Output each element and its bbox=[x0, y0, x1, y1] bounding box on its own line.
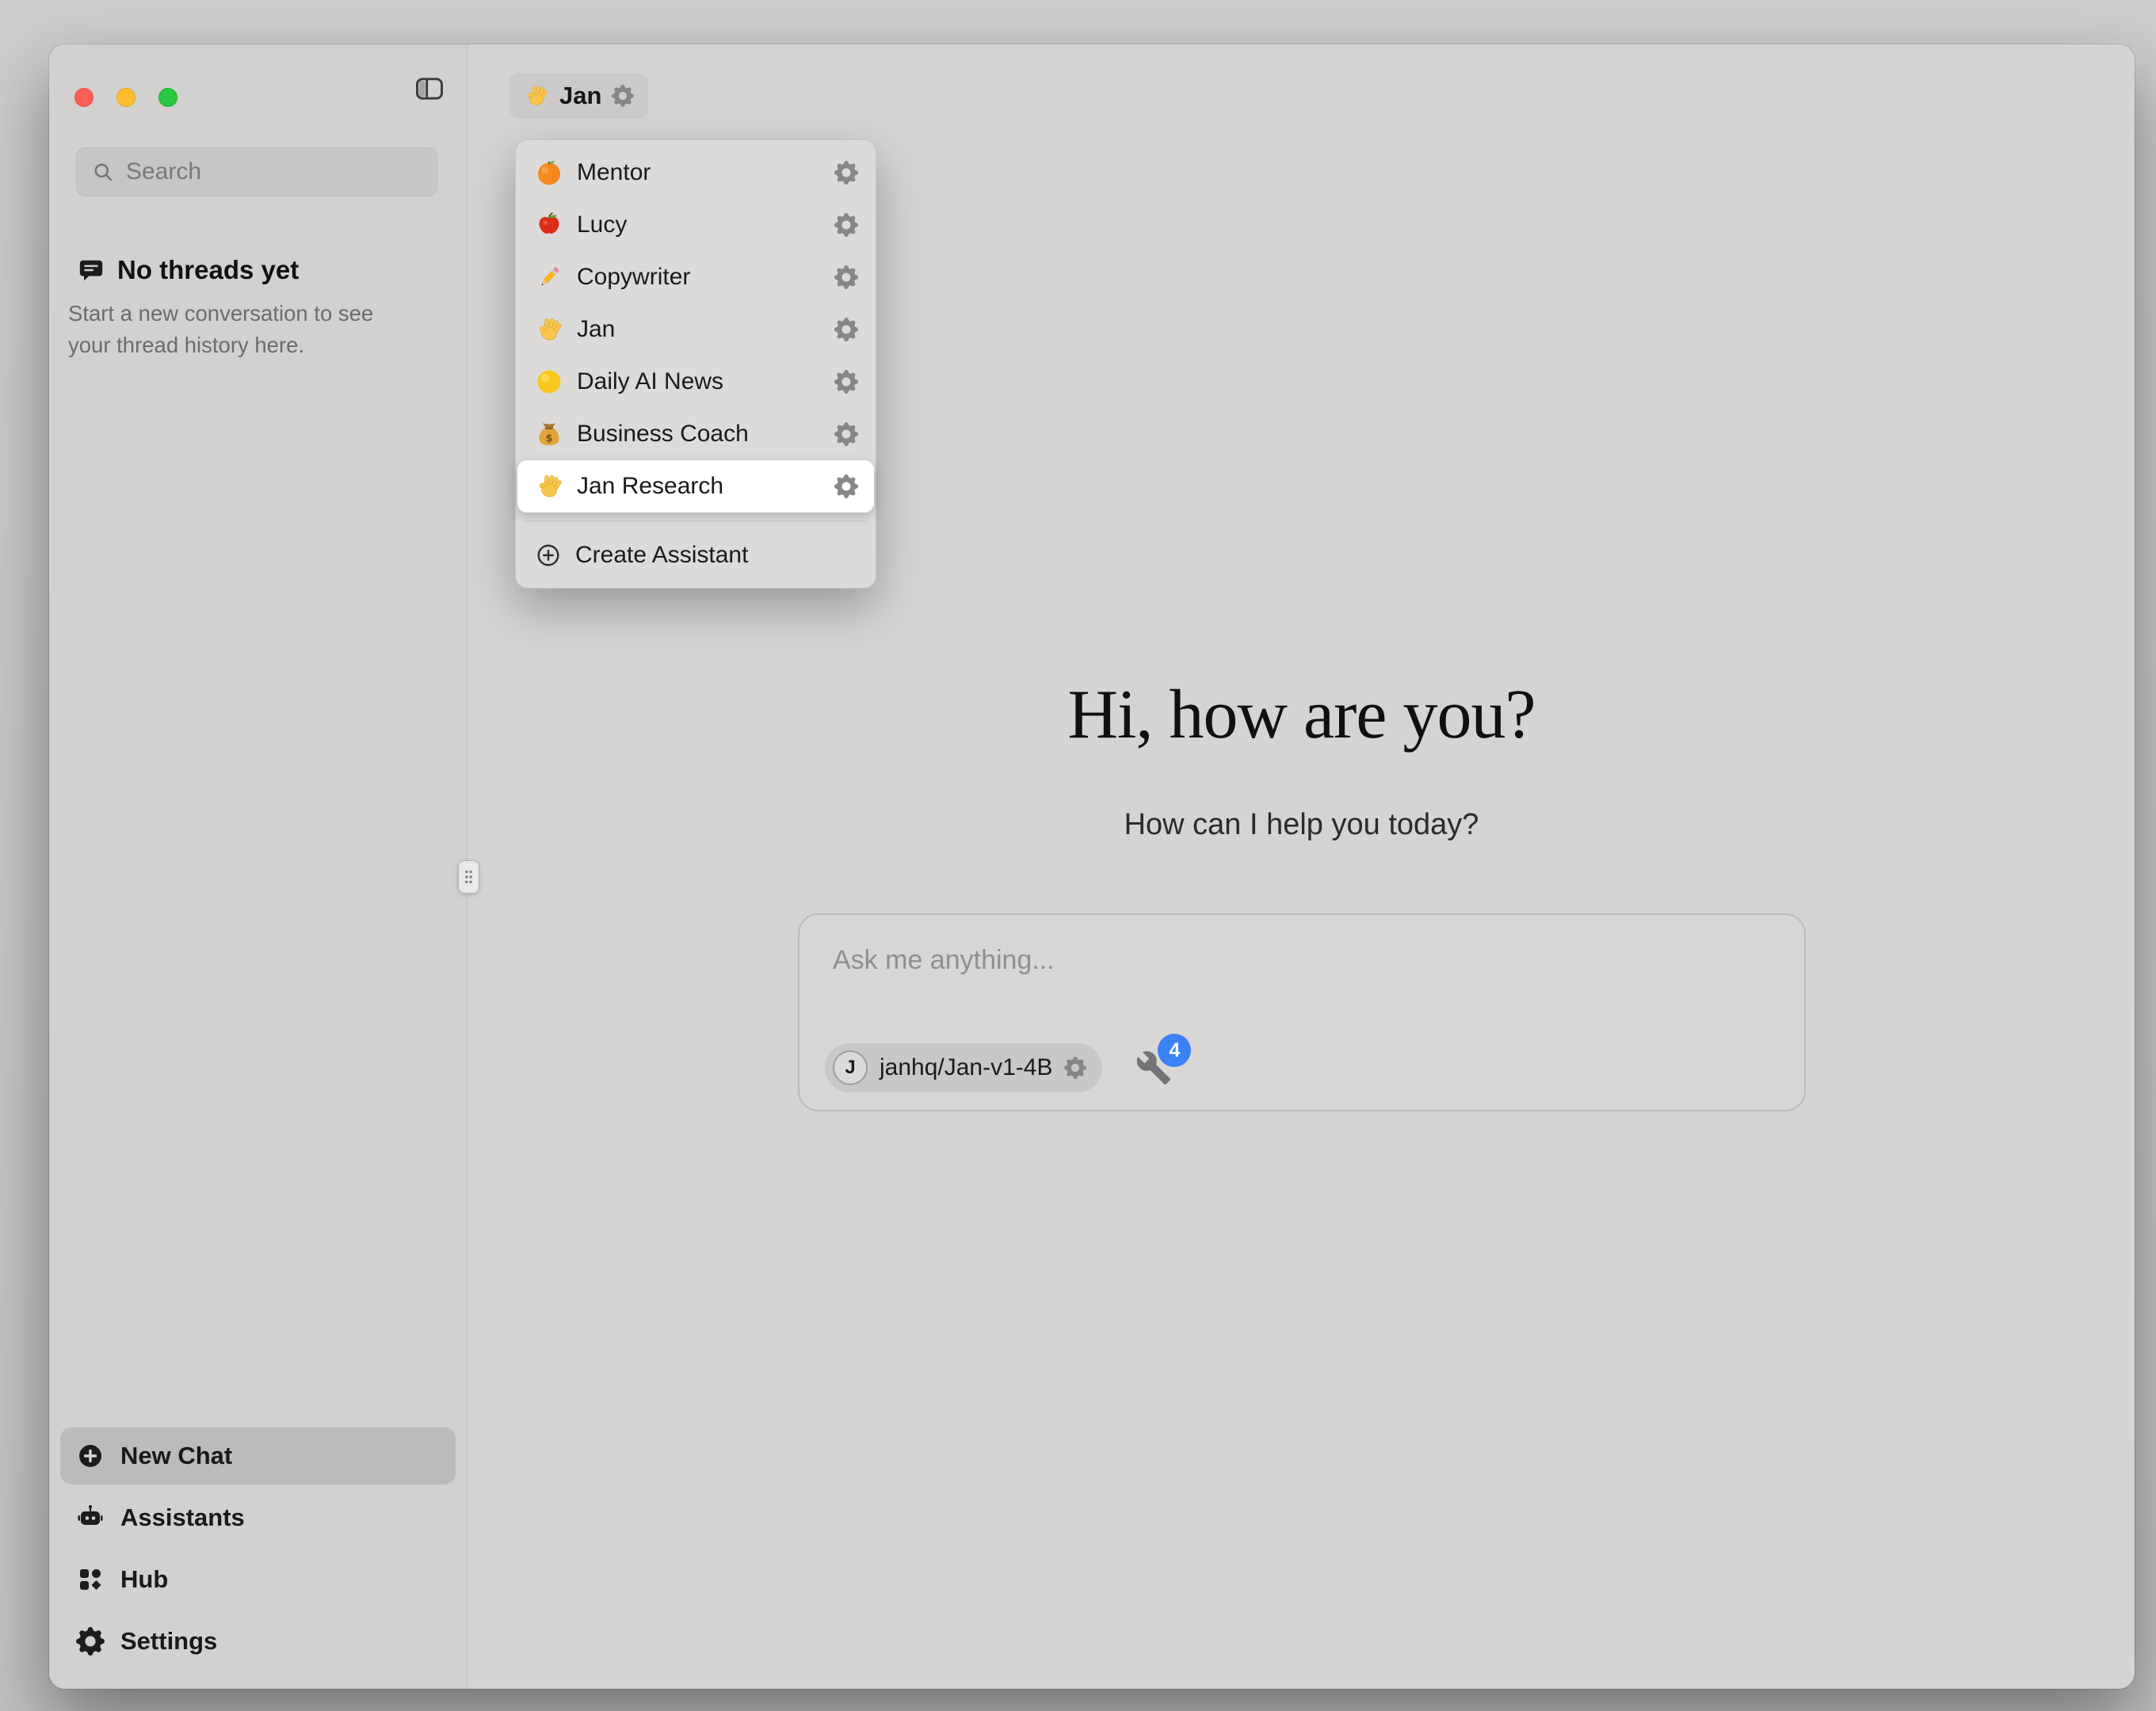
hub-icon bbox=[76, 1565, 105, 1594]
sidebar-item-hub[interactable]: Hub bbox=[60, 1551, 456, 1608]
assistant-menu-item-jan[interactable]: Jan bbox=[522, 303, 869, 356]
composer: J janhq/Jan-v1-4B 4 bbox=[798, 913, 1806, 1111]
close-button[interactable] bbox=[74, 88, 93, 107]
message-input[interactable] bbox=[833, 945, 1771, 1013]
plus-circle-filled-icon bbox=[76, 1442, 105, 1470]
tools-count-badge: 4 bbox=[1158, 1034, 1191, 1067]
yellow-circle-emoji bbox=[535, 368, 563, 396]
window-controls bbox=[74, 88, 177, 107]
tools-button[interactable]: 4 bbox=[1135, 1050, 1172, 1086]
model-name: janhq/Jan-v1-4B bbox=[880, 1054, 1052, 1081]
settings-gear-icon bbox=[76, 1627, 105, 1656]
assistant-menu-item-business-coach[interactable]: $ Business Coach bbox=[522, 408, 869, 460]
wave-emoji bbox=[535, 315, 563, 344]
assistant-item-gear-icon[interactable] bbox=[834, 318, 858, 341]
composer-toolbar: J janhq/Jan-v1-4B 4 bbox=[825, 1043, 1172, 1092]
assistant-menu-item-label: Jan Research bbox=[577, 473, 821, 500]
assistant-item-gear-icon[interactable] bbox=[834, 422, 858, 446]
sidebar-item-label: New Chat bbox=[120, 1442, 440, 1470]
assistant-menu-item-label: Lucy bbox=[577, 211, 821, 238]
assistant-menu-item-copywriter[interactable]: Copywriter bbox=[522, 251, 869, 303]
assistant-menu-item-jan-research[interactable]: Jan Research bbox=[517, 460, 874, 513]
search-field[interactable] bbox=[76, 147, 437, 196]
empty-state-title: No threads yet bbox=[117, 255, 299, 285]
sidebar-item-new-chat[interactable]: New Chat bbox=[60, 1427, 456, 1484]
menu-divider bbox=[525, 520, 866, 521]
assistant-menu-item-lucy[interactable]: Lucy bbox=[522, 199, 869, 251]
pencil-emoji bbox=[535, 263, 563, 292]
moneybag-emoji: $ bbox=[535, 420, 563, 448]
model-selector-button[interactable]: J janhq/Jan-v1-4B bbox=[825, 1043, 1102, 1092]
threads-empty-state: No threads yet Start a new conversation … bbox=[68, 255, 417, 361]
sidebar-item-label: Assistants bbox=[120, 1503, 440, 1532]
assistant-item-gear-icon[interactable] bbox=[834, 161, 858, 185]
app-window: No threads yet Start a new conversation … bbox=[49, 44, 2135, 1689]
assistant-menu-list: Mentor Lucy Copywriter Jan Daily AI News $ Bus… bbox=[522, 147, 869, 513]
desktop-background: No threads yet Start a new conversation … bbox=[0, 0, 2156, 1711]
main-area: Jan Mentor Lucy Copywriter Jan Daily AI News… bbox=[468, 44, 2135, 1689]
grip-dots-icon bbox=[463, 868, 475, 886]
minimize-button[interactable] bbox=[116, 88, 135, 107]
sidebar-item-label: Hub bbox=[120, 1565, 440, 1594]
assistant-menu-item-daily-ai-news[interactable]: Daily AI News bbox=[522, 356, 869, 408]
sidebar-toggle-button[interactable] bbox=[412, 73, 447, 108]
sidebar-toggle-icon bbox=[414, 73, 445, 105]
wave-emoji bbox=[524, 83, 549, 109]
greeting-subtitle: How can I help you today? bbox=[468, 808, 2135, 842]
sidebar-resize-handle[interactable] bbox=[458, 860, 479, 894]
sidebar-item-label: Settings bbox=[120, 1627, 440, 1656]
assistant-item-gear-icon[interactable] bbox=[834, 213, 858, 237]
search-input[interactable] bbox=[126, 158, 422, 185]
assistant-menu-item-mentor[interactable]: Mentor bbox=[522, 147, 869, 199]
chat-bubble-icon bbox=[78, 257, 105, 284]
model-settings-gear-icon[interactable] bbox=[1064, 1057, 1086, 1079]
sidebar: No threads yet Start a new conversation … bbox=[49, 44, 467, 1689]
apple-emoji bbox=[535, 211, 563, 239]
search-icon bbox=[91, 160, 115, 184]
orange-emoji bbox=[535, 158, 563, 187]
assistants-icon bbox=[76, 1503, 105, 1532]
sidebar-item-settings[interactable]: Settings bbox=[60, 1613, 456, 1670]
assistant-item-gear-icon[interactable] bbox=[834, 265, 858, 289]
zoom-button[interactable] bbox=[158, 88, 177, 107]
assistant-menu-item-label: Mentor bbox=[577, 159, 821, 186]
create-assistant-label: Create Assistant bbox=[575, 542, 858, 569]
sidebar-item-assistants[interactable]: Assistants bbox=[60, 1489, 456, 1546]
svg-text:$: $ bbox=[545, 433, 552, 445]
wave-emoji bbox=[535, 472, 563, 501]
assistant-selector-button[interactable]: Jan bbox=[509, 73, 648, 119]
sidebar-nav: New Chat Assistants Hub Settings bbox=[60, 1427, 456, 1670]
empty-state-description: Start a new conversation to see your thr… bbox=[68, 298, 417, 361]
assistant-menu: Mentor Lucy Copywriter Jan Daily AI News $ Bus… bbox=[515, 139, 876, 589]
assistant-menu-item-label: Copywriter bbox=[577, 264, 821, 291]
assistant-item-gear-icon[interactable] bbox=[834, 370, 858, 394]
greeting-title: Hi, how are you? bbox=[468, 675, 2135, 755]
assistant-header-gear-icon[interactable] bbox=[612, 85, 634, 107]
assistant-menu-item-label: Business Coach bbox=[577, 421, 821, 448]
assistant-menu-item-label: Daily AI News bbox=[577, 368, 821, 395]
create-assistant-button[interactable]: Create Assistant bbox=[522, 529, 869, 581]
assistant-selector-label: Jan bbox=[559, 82, 601, 110]
plus-circle-icon bbox=[535, 542, 562, 569]
assistant-menu-item-label: Jan bbox=[577, 316, 821, 343]
model-avatar: J bbox=[833, 1050, 868, 1085]
assistant-item-gear-icon[interactable] bbox=[834, 474, 858, 498]
